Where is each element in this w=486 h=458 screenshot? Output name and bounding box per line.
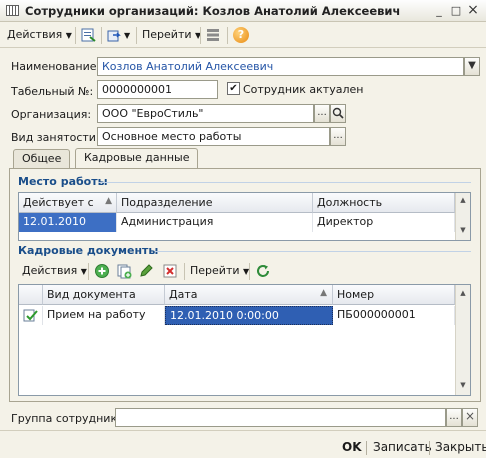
print-icon[interactable] (106, 27, 122, 43)
refresh-icon[interactable] (255, 263, 271, 279)
edit-icon[interactable] (138, 263, 154, 279)
group-select-button[interactable]: ... (446, 408, 462, 427)
hr-docs-table[interactable]: Вид документа Дата ▲ Номер Прием на работ… (18, 284, 471, 396)
window-title: Сотрудники организаций: Козлов Анатолий … (25, 4, 401, 18)
group-label: Группа сотрудника: (11, 412, 128, 425)
close-button[interactable]: Закрыть (435, 440, 486, 454)
scroll-up-icon[interactable]: ▲ (456, 289, 470, 297)
hr-goto-menu[interactable]: Перейти ▼ (190, 264, 249, 277)
employment-label: Вид занятости: (11, 131, 100, 144)
actions-menu[interactable]: Действия ▼ (7, 28, 72, 41)
save-button[interactable]: Записать (373, 440, 432, 454)
section-divider (98, 182, 471, 183)
workplace-section-title: Место работы (18, 175, 108, 188)
org-label: Организация: (11, 108, 92, 121)
tabnum-label: Табельный №: (11, 85, 94, 98)
tab-general[interactable]: Общее (13, 149, 71, 168)
posted-document-icon (23, 309, 38, 322)
employment-select-button[interactable]: ... (330, 127, 346, 146)
column-header-label: Действует с (23, 196, 94, 209)
title-bar: Сотрудники организаций: Козлов Анатолий … (0, 0, 486, 22)
tabnum-field[interactable]: 0000000001 (97, 80, 218, 99)
hr-actions-label: Действия (22, 264, 78, 277)
search-icon (332, 107, 344, 119)
goto-menu-label: Перейти (142, 28, 192, 41)
column-header-doc-number[interactable]: Номер (333, 285, 455, 305)
table-cell-department[interactable]: Администрация (117, 213, 313, 232)
column-header-department[interactable]: Подразделение (117, 193, 313, 213)
active-checkbox[interactable]: ✔ (227, 82, 240, 95)
org-search-button[interactable] (330, 104, 346, 123)
footer-divider (0, 430, 486, 431)
table-cell-doc-type[interactable]: Прием на работу (43, 306, 165, 325)
active-label: Сотрудник актуален (243, 83, 364, 96)
sort-icon: ▲ (320, 288, 327, 298)
toolbar-separator (200, 27, 201, 44)
workplace-table[interactable]: Действует с ▲ Подразделение Должность 12.… (18, 192, 471, 241)
section-divider (155, 251, 471, 252)
hr-docs-scrollbar[interactable]: ▲ ▼ (455, 285, 470, 395)
scroll-up-icon[interactable]: ▲ (456, 196, 470, 204)
hr-docs-toolbar: Действия ▼ Перейти ▼ (18, 262, 471, 282)
ok-button[interactable]: OK (342, 440, 362, 454)
column-header-doc-type[interactable]: Вид документа (43, 285, 165, 305)
name-field[interactable]: Козлов Анатолий Алексеевич (97, 57, 464, 76)
group-field[interactable] (115, 408, 446, 427)
row-status-cell[interactable] (19, 306, 43, 325)
actions-menu-label: Действия (7, 28, 63, 41)
toolbar-separator (249, 263, 250, 280)
employment-field[interactable]: Основное место работы (97, 127, 330, 146)
name-dropdown-button[interactable]: ▼ (464, 57, 480, 76)
sort-icon: ▲ (105, 196, 112, 206)
toolbar-separator (136, 27, 137, 44)
toolbar-separator (88, 263, 89, 280)
column-header-position[interactable]: Должность (313, 193, 455, 213)
goto-menu[interactable]: Перейти ▼ (142, 28, 201, 41)
column-header-date[interactable]: Действует с ▲ (19, 193, 117, 213)
column-header-doc-date[interactable]: Дата ▲ (165, 285, 333, 305)
minimize-button[interactable]: _ (432, 4, 446, 18)
table-cell-position[interactable]: Директор (313, 213, 455, 232)
hr-actions-menu[interactable]: Действия ▼ (22, 264, 87, 277)
close-window-button[interactable]: × (466, 3, 480, 18)
column-header-icon[interactable] (19, 285, 43, 305)
table-cell-date[interactable]: 12.01.2010 (19, 213, 117, 232)
scroll-down-icon[interactable]: ▼ (456, 381, 470, 389)
org-field[interactable]: ООО "ЕвроСтиль" (97, 104, 314, 123)
toolbar-separator (184, 263, 185, 280)
chevron-down-icon: ▼ (80, 267, 87, 276)
help-icon[interactable]: ? (233, 27, 249, 43)
toolbar-separator (101, 27, 102, 44)
hr-docs-section-title: Кадровые документы (18, 244, 159, 257)
table-cell-doc-date[interactable]: 12.01.2010 0:00:00 (165, 306, 333, 325)
maximize-button[interactable]: □ (449, 4, 463, 18)
toolbar: Действия ▼ ▼ Перейти ▼ ? (0, 23, 486, 48)
workplace-scrollbar[interactable]: ▲ ▼ (455, 193, 470, 240)
scroll-down-icon[interactable]: ▼ (456, 226, 470, 234)
name-label: Наименование: (11, 60, 101, 73)
footer-separator (366, 441, 367, 455)
add-icon[interactable] (94, 263, 110, 279)
chevron-down-icon: ▼ (65, 31, 72, 40)
copy-icon[interactable] (116, 263, 132, 279)
window-icon (6, 5, 19, 16)
column-header-label: Дата (169, 288, 198, 301)
toolbar-separator (227, 27, 228, 44)
structure-icon[interactable] (205, 27, 221, 43)
group-clear-button[interactable]: × (462, 408, 478, 427)
toolbar-separator (75, 27, 76, 44)
org-select-button[interactable]: ... (314, 104, 330, 123)
footer-separator (429, 441, 430, 455)
hr-goto-label: Перейти (190, 264, 240, 277)
tab-hr-data[interactable]: Кадровые данные (75, 148, 199, 169)
print-dropdown-icon[interactable]: ▼ (124, 31, 130, 40)
delete-icon[interactable] (162, 263, 178, 279)
save-document-icon[interactable] (80, 27, 96, 43)
table-cell-doc-number[interactable]: ПБ000000001 (333, 306, 455, 325)
